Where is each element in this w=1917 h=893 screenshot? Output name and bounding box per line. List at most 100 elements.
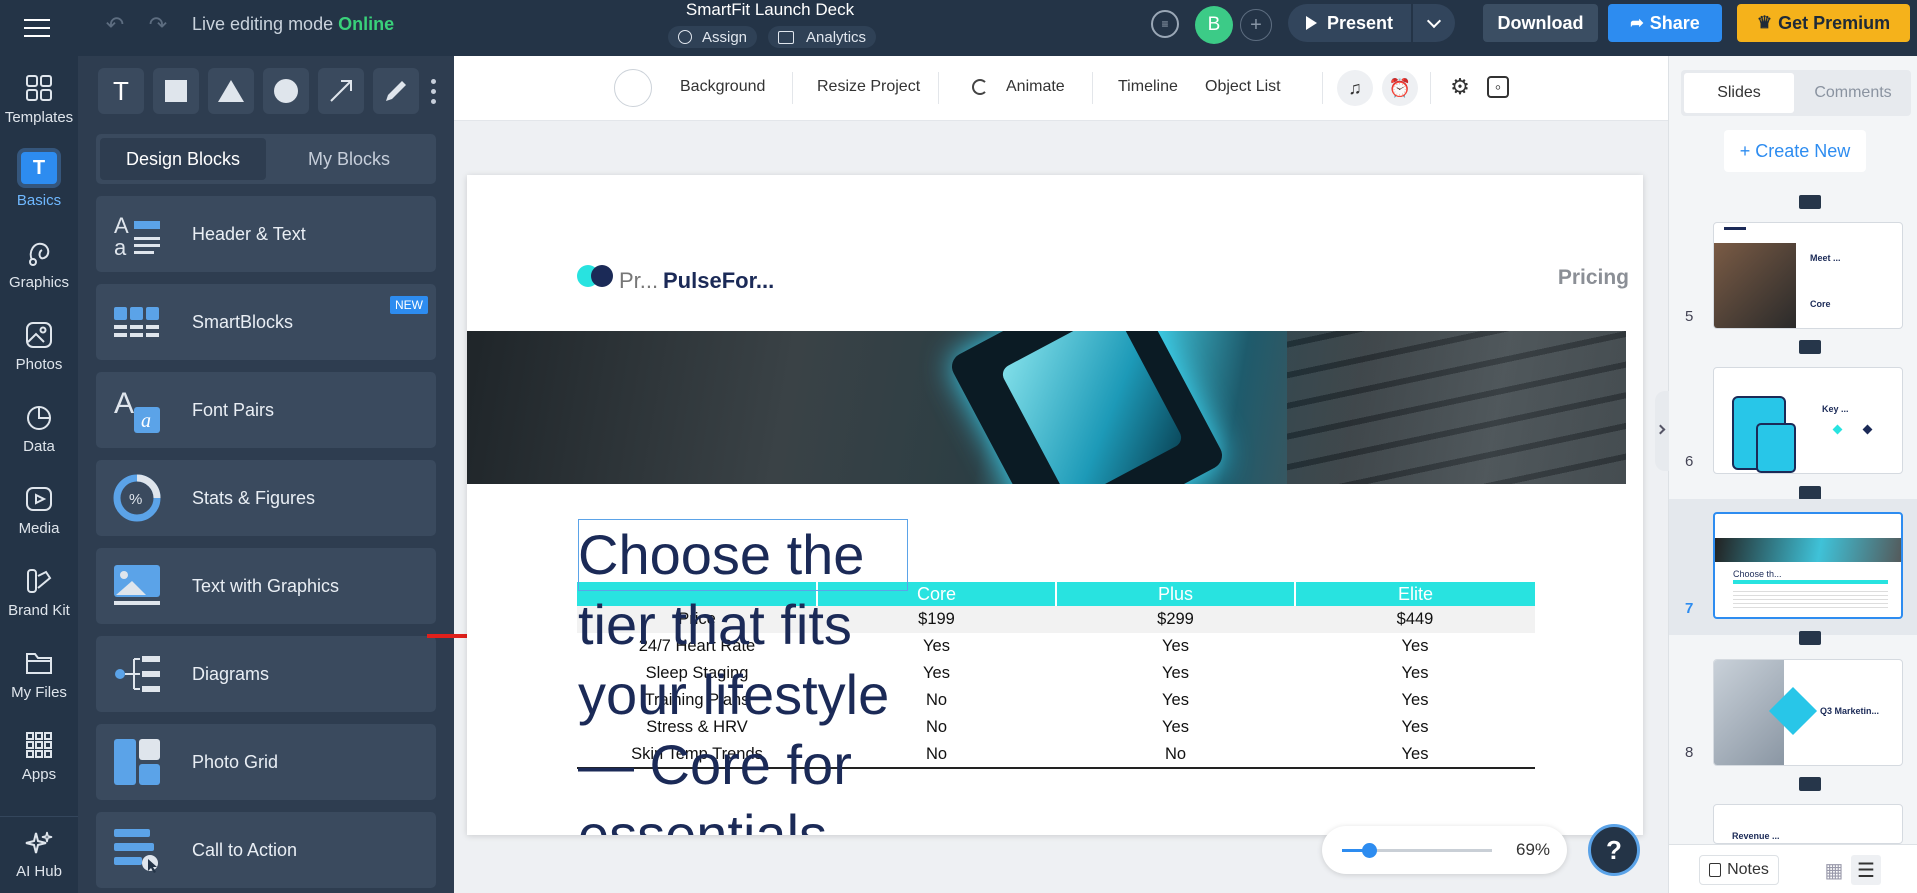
notes-button[interactable]: Notes <box>1699 855 1779 885</box>
present-button[interactable]: Present <box>1288 4 1411 42</box>
hamburger-menu-icon[interactable] <box>22 14 52 42</box>
nav-basics[interactable]: T Basics <box>0 144 78 224</box>
notes-icon <box>1709 863 1722 877</box>
slide-transition-icon[interactable] <box>1799 486 1821 500</box>
block-header-text[interactable]: Aa Header & Text <box>96 196 436 272</box>
slide-thumbnail-7[interactable]: Choose th... <box>1713 512 1903 619</box>
slide-number: 6 <box>1685 453 1694 470</box>
live-editing-status: Live editing mode Online <box>192 13 394 35</box>
animate-icon <box>972 79 988 95</box>
header-plus: Plus <box>1056 582 1296 606</box>
more-tools-icon[interactable] <box>428 74 438 108</box>
add-collaborator-icon[interactable]: + <box>1240 9 1272 41</box>
live-label: Live editing mode <box>192 13 334 34</box>
block-text-with-graphics[interactable]: Text with Graphics <box>96 548 436 624</box>
block-photo-grid[interactable]: Photo Grid <box>96 724 436 800</box>
slide-thumbnail-5[interactable]: Meet ... Core <box>1713 222 1903 329</box>
nav-templates[interactable]: Templates <box>0 61 78 141</box>
screenshot-scan-icon[interactable]: ◦ <box>1487 76 1509 98</box>
slide-transition-icon[interactable] <box>1799 340 1821 354</box>
avatar[interactable]: B <box>1195 6 1233 44</box>
thumb-sub: Core <box>1810 299 1831 309</box>
slide-7[interactable]: Pr... PulseFor... Pricing Core Plus Elit… <box>467 175 1643 835</box>
text-with-graphics-icon <box>114 565 160 605</box>
zoom-slider-knob[interactable] <box>1362 843 1377 858</box>
panel-tabs: Design Blocks My Blocks <box>96 134 436 184</box>
document-title[interactable]: SmartFit Launch Deck <box>640 0 900 20</box>
slide-transition-icon[interactable] <box>1799 631 1821 645</box>
text-tool-icon[interactable]: T <box>98 68 144 114</box>
tab-slides[interactable]: Slides <box>1684 73 1794 113</box>
slide-transition-icon[interactable] <box>1799 195 1821 209</box>
triangle-tool-icon[interactable] <box>208 68 254 114</box>
nav-brand-kit[interactable]: Brand Kit <box>0 554 78 634</box>
comments-icon[interactable]: ≡ <box>1151 10 1179 38</box>
timeline-button[interactable]: Timeline <box>1118 78 1178 96</box>
slide-thumbnail-9[interactable]: Revenue ... <box>1713 804 1903 844</box>
tab-design-blocks[interactable]: Design Blocks <box>100 138 266 180</box>
analytics-button[interactable]: Analytics <box>768 26 877 48</box>
download-button[interactable]: Download <box>1483 4 1598 42</box>
tab-comments[interactable]: Comments <box>1798 73 1908 113</box>
block-stats-figures[interactable]: % Stats & Figures <box>96 460 436 536</box>
nav-label: Media <box>18 520 60 537</box>
tab-my-blocks[interactable]: My Blocks <box>266 138 432 180</box>
slide-thumbnail-8[interactable]: Q3 Marketin... <box>1713 659 1903 766</box>
circle-tool-icon[interactable] <box>263 68 309 114</box>
slide-transition-icon[interactable] <box>1799 777 1821 791</box>
create-new-button[interactable]: + Create New <box>1724 130 1866 172</box>
nav-apps[interactable]: Apps <box>0 718 78 798</box>
nav-my-files[interactable]: My Files <box>0 636 78 716</box>
list-view-icon[interactable]: ☰ <box>1851 855 1881 885</box>
header-text-icon: Aa <box>114 213 160 259</box>
logo-name[interactable]: PulseFor... <box>663 268 774 294</box>
media-icon <box>26 487 52 511</box>
grid-view-icon[interactable]: ▦ <box>1819 855 1849 885</box>
pen-tool-icon[interactable] <box>373 68 419 114</box>
block-font-pairs[interactable]: Aa Font Pairs <box>96 372 436 448</box>
zoom-value[interactable]: 69% <box>1516 840 1550 860</box>
line-arrow-tool-icon[interactable] <box>318 68 364 114</box>
block-call-to-action[interactable]: Call to Action <box>96 812 436 888</box>
table-cell: $449 <box>1295 606 1535 633</box>
nav-media[interactable]: Media <box>0 472 78 552</box>
nav-graphics[interactable]: Graphics <box>0 226 78 306</box>
logo-short[interactable]: Pr... <box>619 268 658 294</box>
redo-icon[interactable]: ↷ <box>145 12 171 38</box>
analytics-icon <box>778 30 794 44</box>
music-icon[interactable]: ♫ <box>1337 70 1373 106</box>
top-bar: ↶ ↷ Live editing mode Online SmartFit La… <box>0 0 1917 56</box>
thumb-title: Meet ... <box>1810 253 1841 263</box>
call-to-action-icon <box>114 829 158 873</box>
share-button[interactable]: ➦ Share <box>1608 4 1722 42</box>
zoom-slider[interactable] <box>1342 843 1492 858</box>
present-dropdown[interactable] <box>1413 4 1455 42</box>
banner-image[interactable] <box>467 331 1626 484</box>
design-panel: T Design Blocks My Blocks Aa Header & Te… <box>78 56 454 893</box>
section-label[interactable]: Pricing <box>1469 266 1629 290</box>
rectangle-tool-icon[interactable] <box>153 68 199 114</box>
block-smartblocks[interactable]: SmartBlocks NEW <box>96 284 436 360</box>
animate-button[interactable]: Animate <box>1006 78 1065 96</box>
get-premium-button[interactable]: ♛ Get Premium <box>1737 4 1910 42</box>
expand-panel-handle[interactable] <box>1655 391 1669 471</box>
nav-photos[interactable]: Photos <box>0 308 78 388</box>
alarm-clock-icon[interactable]: ⏰ <box>1382 70 1418 106</box>
slide-number: 5 <box>1685 308 1694 325</box>
undo-icon[interactable]: ↶ <box>102 12 128 38</box>
help-button[interactable]: ? <box>1588 824 1640 876</box>
slide-thumbnail-6[interactable]: Key ... <box>1713 367 1903 474</box>
nav-label: Basics <box>16 192 62 209</box>
slide-heading[interactable]: Choose the tier that fits your lifestyle… <box>578 520 918 835</box>
background-button[interactable]: Background <box>680 78 765 96</box>
background-color-swatch[interactable] <box>614 69 652 107</box>
assign-button[interactable]: Assign <box>668 26 758 48</box>
data-icon <box>27 406 51 430</box>
resize-project-button[interactable]: Resize Project <box>817 78 920 96</box>
block-diagrams[interactable]: Diagrams <box>96 636 436 712</box>
ai-hub-icon <box>25 831 53 854</box>
settings-gear-icon[interactable]: ⚙ <box>1445 72 1475 102</box>
nav-data[interactable]: Data <box>0 390 78 470</box>
object-list-button[interactable]: Object List <box>1205 78 1281 96</box>
nav-ai-hub[interactable]: AI Hub <box>0 821 78 893</box>
